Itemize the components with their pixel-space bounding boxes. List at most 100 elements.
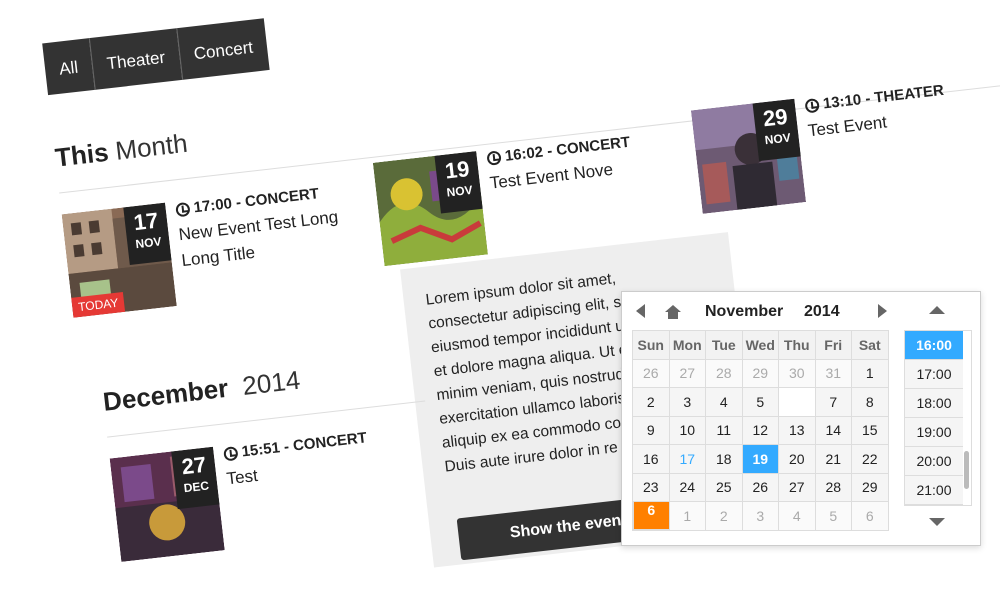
event-day: 19 — [443, 156, 471, 184]
time-scroll-down-icon[interactable] — [929, 518, 945, 526]
calendar-day[interactable]: 24 — [668, 472, 706, 502]
calendar-day[interactable]: 3 — [668, 387, 706, 417]
calendar-day[interactable]: 26 — [741, 472, 779, 502]
filter-concert-button[interactable]: Concert — [175, 18, 270, 80]
calendar-day[interactable]: 4 — [705, 387, 743, 417]
event-month: DEC — [182, 478, 210, 496]
calendar-day[interactable]: 1 — [668, 501, 706, 531]
calendar-week-row: 16 17 18 19 20 21 22 — [632, 444, 889, 474]
calendar-day[interactable]: 2 — [632, 387, 670, 417]
weekday-header: Wed — [741, 330, 779, 360]
clock-icon — [175, 201, 191, 217]
home-icon[interactable] — [664, 303, 682, 321]
calendar-day[interactable]: 14 — [814, 415, 852, 445]
section-title-bold: December — [101, 372, 230, 417]
event-meta: 16:02 - CONCERT Test Event Nove — [486, 128, 680, 196]
calendar-day[interactable]: 26 — [632, 358, 670, 388]
event-meta: 15:51 - CONCERT Test — [223, 424, 417, 492]
picker-month[interactable]: November — [705, 303, 783, 321]
calendar-day[interactable]: 8 — [851, 387, 889, 417]
calendar-day[interactable]: 30 — [778, 358, 816, 388]
event-day: 29 — [761, 103, 789, 132]
event-day: 17 — [132, 207, 160, 236]
calendar-day[interactable]: 11 — [705, 415, 743, 445]
calendar-day[interactable]: 29 — [741, 358, 779, 388]
calendar-day[interactable]: 6 — [851, 501, 889, 531]
time-option[interactable]: 20:00 — [905, 447, 963, 476]
event-thumbnail: 27 DEC — [109, 446, 225, 562]
event-thumbnail: 29 NOV — [690, 98, 807, 214]
clock-icon — [804, 97, 820, 113]
calendar-day[interactable]: 15 — [851, 415, 889, 445]
calendar-day[interactable]: 5 — [741, 387, 779, 417]
calendar-day[interactable]: 7 — [814, 387, 852, 417]
weekday-header: Mon — [668, 330, 706, 360]
calendar-week-row: 23 24 25 26 27 28 29 — [632, 472, 889, 502]
event-meta: 13:10 - THEATER Test Event — [804, 76, 998, 144]
calendar-day[interactable]: 1 — [851, 358, 889, 388]
section-title-this-month: This Month — [54, 128, 190, 174]
time-list: 16:00 17:00 18:00 19:00 20:00 21:00 — [904, 330, 972, 506]
section-title-bold: This — [53, 136, 111, 173]
time-option[interactable]: 16:00 — [905, 331, 963, 360]
calendar-day[interactable]: 25 — [705, 472, 743, 502]
next-month-icon[interactable] — [878, 304, 887, 318]
prev-month-icon[interactable] — [636, 304, 645, 318]
calendar-body: 26 27 28 29 30 31 1 2 3 4 5 6 7 8 9 10 11 12 13 14 15 16 17 18 1… — [632, 358, 889, 531]
event-date-badge: 19 NOV — [434, 151, 483, 214]
calendar-day[interactable]: 21 — [814, 444, 852, 474]
filter-theater-button[interactable]: Theater — [88, 28, 182, 90]
calendar-day[interactable]: 3 — [741, 501, 779, 531]
filter-all-button[interactable]: All — [42, 38, 95, 96]
calendar-day[interactable]: 16 — [632, 444, 670, 474]
section-title-rest: Month — [113, 127, 190, 166]
event-day: 27 — [180, 451, 208, 480]
calendar-day[interactable]: 17 — [668, 444, 706, 474]
calendar-week-row: 26 27 28 29 30 31 1 — [632, 358, 889, 388]
weekday-header-row: Sun Mon Tue Wed Thu Fri Sat — [632, 330, 889, 360]
calendar-day[interactable]: 4 — [778, 501, 816, 531]
weekday-header: Fri — [814, 330, 852, 360]
event-thumbnail: 17 NOV TODAY — [61, 202, 177, 318]
calendar-day[interactable]: 6 — [632, 500, 670, 530]
calendar-day[interactable]: 23 — [632, 472, 670, 502]
event-month: NOV — [445, 182, 474, 200]
calendar-day[interactable]: 27 — [668, 358, 706, 388]
time-option[interactable]: 17:00 — [905, 360, 963, 389]
calendar-day[interactable]: 18 — [705, 444, 743, 474]
category-filter-bar: All Theater Concert — [42, 18, 270, 96]
calendar-week-row: 2345678 — [632, 387, 889, 530]
calendar-day[interactable]: 10 — [668, 415, 706, 445]
time-option[interactable]: 21:00 — [905, 476, 963, 505]
datetime-picker: November 2014 Sun Mon Tue Wed Thu Fri Sat 26 27… — [621, 291, 981, 546]
calendar-day[interactable]: 28 — [705, 358, 743, 388]
picker-year[interactable]: 2014 — [804, 303, 840, 321]
calendar-day[interactable]: 13 — [778, 415, 816, 445]
calendar-week-row: 9 10 11 12 13 14 15 — [632, 415, 889, 445]
calendar-day[interactable]: 9 — [632, 415, 670, 445]
calendar-day[interactable]: 22 — [851, 444, 889, 474]
calendar-day[interactable]: 28 — [814, 472, 852, 502]
time-scroll-up-icon[interactable] — [929, 306, 945, 314]
calendar-day[interactable]: 19 — [741, 444, 779, 474]
event-thumbnail: 19 NOV — [372, 151, 488, 267]
calendar-day[interactable]: 27 — [778, 472, 816, 502]
time-scrollbar[interactable] — [964, 451, 969, 489]
calendar-day[interactable]: 31 — [814, 358, 852, 388]
clock-icon — [486, 149, 502, 166]
calendar-day[interactable]: 2 — [705, 501, 743, 531]
event-date-badge: 17 NOV — [123, 202, 172, 266]
calendar-day[interactable]: 12 — [741, 415, 779, 445]
calendar-day[interactable]: 5 — [814, 501, 852, 531]
calendar-day[interactable]: 20 — [778, 444, 816, 474]
event-month: NOV — [763, 130, 792, 148]
calendar-grid: Sun Mon Tue Wed Thu Fri Sat 26 27 28 29 30 31 1 2 3 4 5 6… — [632, 330, 889, 531]
event-meta: 17:00 - CONCERT New Event Test Long Long… — [175, 180, 372, 274]
calendar-day[interactable]: 29 — [851, 472, 889, 502]
time-option[interactable]: 19:00 — [905, 418, 963, 447]
event-date-badge: 29 NOV — [752, 98, 801, 162]
weekday-header: Sat — [851, 330, 889, 360]
picker-nav: November 2014 — [622, 292, 892, 332]
time-option[interactable]: 18:00 — [905, 389, 963, 418]
calendar-week-row: 30123456 — [632, 501, 889, 531]
